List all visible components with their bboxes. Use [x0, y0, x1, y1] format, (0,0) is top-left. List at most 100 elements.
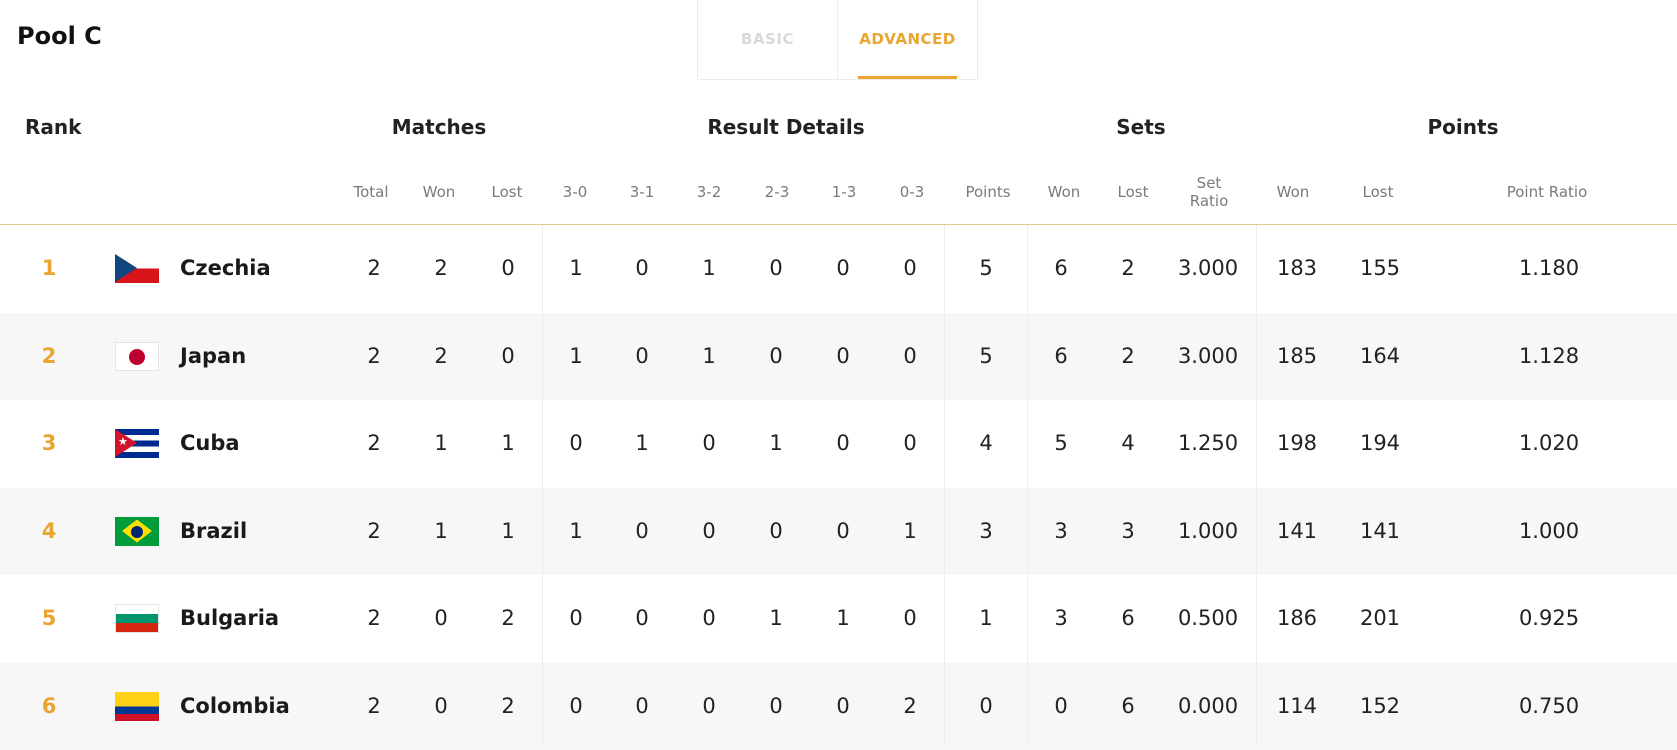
cell-r31: 1 [635, 431, 649, 455]
col-header-2-3: 2-3 [764, 183, 790, 201]
view-tabs: BASIC ADVANCED [697, 0, 978, 80]
cell-r32: 0 [702, 518, 716, 543]
col-header-points-won: Won [1276, 183, 1310, 201]
set-ratio-line-2: Ratio [1189, 192, 1229, 210]
col-header-0-3: 0-3 [899, 183, 925, 201]
col-header-3-0: 3-0 [562, 183, 588, 201]
group-header-sets: Sets [1116, 115, 1166, 139]
team-name[interactable]: Brazil [180, 488, 247, 575]
cell-r30: 0 [569, 431, 583, 455]
cell-sets-won: 5 [1054, 431, 1068, 455]
cell-point-ratio: 0.750 [1518, 693, 1580, 718]
cell-r13: 0 [836, 518, 850, 543]
table-row[interactable]: 4 Brazil 2 1 1 1 0 0 0 0 1 3 3 3 1.000 141 141 1.000 [0, 487, 1677, 575]
cell-r31: 0 [635, 606, 649, 630]
cell-points: 4 [979, 431, 993, 455]
cu-flag-icon [115, 429, 159, 458]
cell-pts-won: 114 [1276, 693, 1318, 718]
cell-set-ratio: 0.000 [1177, 693, 1239, 718]
cell-r03: 1 [903, 518, 917, 543]
cell-pts-won: 183 [1276, 256, 1318, 280]
rank-cell: 6 [41, 693, 57, 718]
cell-total: 2 [367, 606, 381, 630]
cell-sets-won: 6 [1054, 256, 1068, 280]
cell-pts-lost: 164 [1359, 343, 1401, 368]
col-header-lost: Lost [491, 183, 523, 201]
rank-cell: 3 [41, 431, 57, 455]
team-name[interactable]: Cuba [180, 400, 240, 487]
column-divider [542, 225, 543, 745]
cell-r31: 0 [635, 343, 649, 368]
cell-r03: 0 [903, 343, 917, 368]
rank-cell: 2 [41, 343, 57, 368]
col-header-won: Won [422, 183, 456, 201]
group-header-matches: Matches [391, 115, 487, 139]
group-header-result-details: Result Details [707, 115, 865, 139]
cell-point-ratio: 1.180 [1518, 256, 1580, 280]
cell-r03: 0 [903, 431, 917, 455]
table-row[interactable]: 5 Bulgaria 2 0 2 0 0 0 1 1 0 1 3 6 0.500 186 201 0.925 [0, 575, 1677, 662]
cell-r30: 0 [569, 693, 583, 718]
cell-total: 2 [367, 343, 381, 368]
cell-lost: 2 [501, 693, 515, 718]
rank-cell: 5 [41, 606, 57, 630]
cell-lost: 1 [501, 431, 515, 455]
cell-r23: 0 [769, 518, 783, 543]
cell-sets-lost: 3 [1121, 518, 1135, 543]
cell-lost: 0 [501, 343, 515, 368]
bg-flag-icon [115, 604, 159, 633]
cell-pts-lost: 141 [1359, 518, 1401, 543]
team-name[interactable]: Czechia [180, 225, 271, 312]
col-header-1-3: 1-3 [831, 183, 857, 201]
cell-r23: 1 [769, 606, 783, 630]
jp-flag-icon [115, 341, 159, 371]
team-name[interactable]: Bulgaria [180, 575, 279, 662]
group-header-points: Points [1427, 115, 1499, 139]
column-divider [1027, 225, 1028, 745]
cell-pts-won: 141 [1276, 518, 1318, 543]
cell-r23: 0 [769, 693, 783, 718]
tab-advanced[interactable]: ADVANCED [837, 0, 977, 79]
cz-flag-icon [115, 254, 159, 283]
cell-set-ratio: 3.000 [1177, 256, 1239, 280]
cell-points: 3 [979, 518, 993, 543]
cell-points: 0 [979, 693, 993, 718]
table-row[interactable]: 6 Colombia 2 0 2 0 0 0 0 0 2 0 0 6 0.000 114 152 0.750 [0, 662, 1677, 750]
cell-r32: 0 [702, 606, 716, 630]
rank-cell: 1 [41, 256, 57, 280]
col-header-3-2: 3-2 [696, 183, 722, 201]
cell-pts-lost: 201 [1359, 606, 1401, 630]
cell-won: 1 [434, 518, 448, 543]
cell-won: 2 [434, 256, 448, 280]
tab-basic[interactable]: BASIC [698, 0, 837, 79]
cell-pts-won: 186 [1276, 606, 1318, 630]
col-header-sets-lost: Lost [1117, 183, 1149, 201]
cell-set-ratio: 1.250 [1177, 431, 1239, 455]
column-divider [1256, 225, 1257, 745]
table-row[interactable]: 2 Japan 2 2 0 1 0 1 0 0 0 5 6 2 3.000 185 164 1.128 [0, 312, 1677, 400]
table-row[interactable]: 3 Cuba 2 1 1 0 1 0 1 0 0 4 5 4 1.250 198 194 1.020 [0, 400, 1677, 487]
cell-total: 2 [367, 518, 381, 543]
col-header-points: Points [965, 183, 1011, 201]
cell-won: 0 [434, 693, 448, 718]
cell-r31: 0 [635, 518, 649, 543]
col-header-total: Total [353, 183, 389, 201]
table-row[interactable]: 1 Czechia 2 2 0 1 0 1 0 0 0 5 6 2 3.000 183 155 1.180 [0, 225, 1677, 312]
col-header-3-1: 3-1 [629, 183, 655, 201]
team-name[interactable]: Colombia [180, 663, 290, 750]
cell-sets-lost: 4 [1121, 431, 1135, 455]
col-header-points-lost: Lost [1362, 183, 1394, 201]
cell-r32: 1 [702, 343, 716, 368]
cell-point-ratio: 1.128 [1518, 343, 1580, 368]
cell-set-ratio: 0.500 [1177, 606, 1239, 630]
set-ratio-line-1: Set [1196, 174, 1222, 192]
cell-pts-won: 185 [1276, 343, 1318, 368]
cell-r31: 0 [635, 693, 649, 718]
cell-sets-lost: 6 [1121, 606, 1135, 630]
cell-r13: 0 [836, 431, 850, 455]
cell-r30: 1 [569, 518, 583, 543]
cell-total: 2 [367, 256, 381, 280]
cell-sets-lost: 2 [1121, 343, 1135, 368]
cell-r30: 1 [569, 343, 583, 368]
team-name[interactable]: Japan [180, 313, 246, 400]
